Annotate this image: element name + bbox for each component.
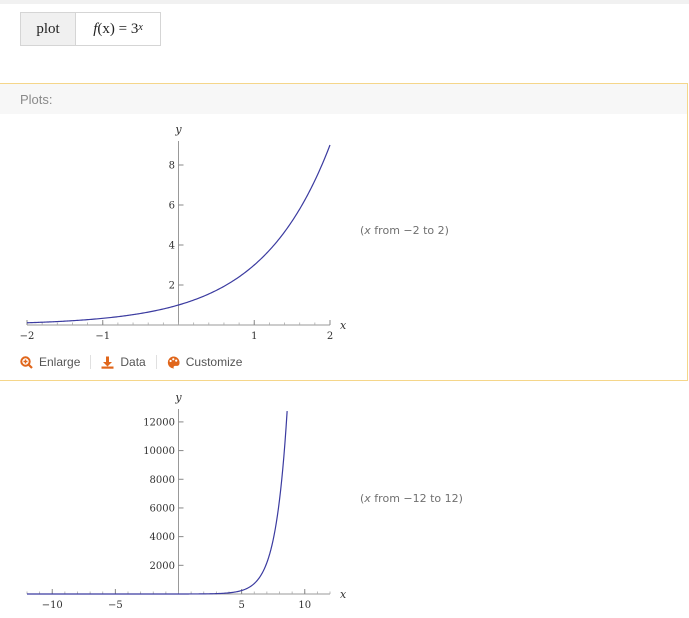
enlarge-button[interactable]: Enlarge xyxy=(20,355,80,369)
input-function-expression: f (x) = 3x xyxy=(76,13,160,45)
y-tick-label: 6 xyxy=(169,201,175,212)
x-tick-label: −5 xyxy=(108,600,123,611)
x-tick-label: 1 xyxy=(251,331,257,342)
plot-2: −10 −5 5 10 2000 4000 6000 8000 10000 12000 x y xyxy=(26,391,347,611)
query-input-box[interactable]: plot f (x) = 3x xyxy=(20,12,161,46)
x-tick-label: −10 xyxy=(42,600,63,611)
function-body: (x) = 3 xyxy=(97,20,139,37)
function-exponent: x xyxy=(138,21,143,33)
y-tick-label: 12000 xyxy=(143,417,175,428)
y-tick-label: 4000 xyxy=(150,532,175,543)
top-strip xyxy=(0,0,689,4)
enlarge-magnifier-icon xyxy=(20,355,33,369)
y-tick-label: 2000 xyxy=(150,561,175,572)
plot-actions-bar: Enlarge Data Customize xyxy=(20,354,252,370)
y-tick-label: 6000 xyxy=(150,503,175,514)
y-tick-label: 4 xyxy=(169,241,175,252)
note-range-text: from −2 to 2) xyxy=(370,224,449,237)
customize-button[interactable]: Customize xyxy=(167,355,243,369)
y-axis-label: y xyxy=(174,391,182,404)
note-range-text: from −12 to 12) xyxy=(370,492,463,505)
input-command-label: plot xyxy=(21,13,76,45)
download-icon xyxy=(101,356,114,369)
x-tick-label: −1 xyxy=(95,331,110,342)
y-tick-label: 8 xyxy=(169,161,175,172)
y-tick-label: 2 xyxy=(169,281,175,292)
plot-1-range-note: (x from −2 to 2) xyxy=(360,224,449,237)
x-tick-label: 10 xyxy=(298,600,311,611)
divider xyxy=(155,355,157,369)
x-tick-label: 5 xyxy=(238,600,244,611)
palette-icon xyxy=(167,355,180,369)
y-tick-label: 8000 xyxy=(150,475,175,486)
x-axis-label: x xyxy=(340,588,347,601)
pod-title: Plots: xyxy=(0,84,687,114)
customize-label: Customize xyxy=(185,355,243,369)
enlarge-label: Enlarge xyxy=(39,355,81,369)
data-button[interactable]: Data xyxy=(101,355,146,369)
data-label: Data xyxy=(120,355,146,369)
y-tick-label: 10000 xyxy=(143,446,175,457)
divider xyxy=(90,355,92,369)
plot-1: −2 −1 1 2 2 4 6 8 x y xyxy=(20,123,347,342)
x-axis-label: x xyxy=(340,319,347,332)
x-tick-label: 2 xyxy=(327,331,333,342)
y-axis-label: y xyxy=(174,123,182,136)
x-tick-label: −2 xyxy=(20,331,35,342)
plot-2-range-note: (x from −12 to 12) xyxy=(360,492,463,505)
